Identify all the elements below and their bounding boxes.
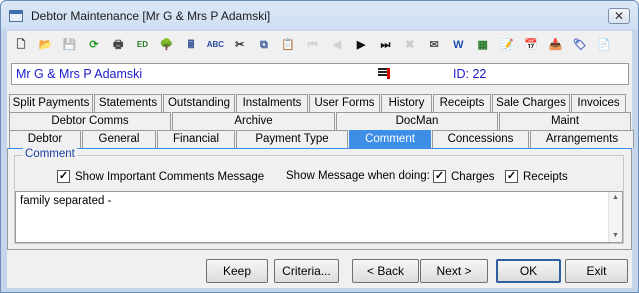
debtor-id: ID: 22 [453, 67, 487, 81]
first-record-icon[interactable]: ⏮ [304, 36, 322, 54]
save-icon[interactable]: 💾 [61, 36, 79, 54]
new-document-icon[interactable]: 🗋 [12, 36, 30, 54]
window-title: Debtor Maintenance [Mr G & Mrs P Adamski… [31, 9, 271, 23]
criteria-button[interactable]: Criteria... [274, 259, 339, 283]
next-record-icon[interactable]: ▶ [352, 36, 370, 54]
ok-button[interactable]: OK [496, 259, 561, 283]
tab-archive[interactable]: Archive [172, 112, 335, 130]
comment-scrollbar[interactable]: ▲ ▼ [608, 192, 622, 242]
comment-textarea[interactable]: family separated - ▲ ▼ [15, 191, 623, 243]
comment-panel: Comment ✓ Show Important Comments Messag… [7, 148, 632, 250]
tab-statements[interactable]: Statements [94, 94, 162, 112]
show-message-when-label: Show Message when doing: [286, 170, 430, 182]
paste-icon[interactable]: 📋 [279, 36, 297, 54]
app-window-icon [9, 10, 23, 22]
next-button[interactable]: Next > [420, 259, 488, 283]
tab-receipts[interactable]: Receipts [433, 94, 491, 112]
spellcheck-icon[interactable]: ABC [206, 36, 224, 54]
comment-group: Comment ✓ Show Important Comments Messag… [14, 148, 624, 244]
cut-icon[interactable]: ✂ [231, 36, 249, 54]
print-icon[interactable]: 🖶 [109, 36, 127, 54]
word-icon[interactable]: W [449, 36, 467, 54]
back-button[interactable]: < Back [352, 259, 419, 283]
refresh-icon[interactable]: ⟳ [85, 36, 103, 54]
scroll-down-icon[interactable]: ▼ [609, 230, 622, 242]
tab-invoices[interactable]: Invoices [571, 94, 626, 112]
charges-checkbox[interactable]: ✓ Charges [433, 170, 494, 183]
last-record-icon[interactable]: ⏭ [376, 36, 394, 54]
tab-docman[interactable]: DocMan [336, 112, 498, 130]
tab-history[interactable]: History [381, 94, 432, 112]
tab-instalments[interactable]: Instalments [236, 94, 308, 112]
calendar-icon[interactable]: 📅 [522, 36, 540, 54]
tab-split-payments[interactable]: Split Payments [9, 94, 93, 112]
previous-record-icon[interactable]: ◀ [328, 36, 346, 54]
tag-icon[interactable]: 🏷 [571, 36, 589, 54]
debtor-name: Mr G & Mrs P Adamski [16, 67, 143, 81]
charges-check-mark[interactable]: ✓ [433, 170, 446, 183]
open-folder-icon[interactable]: 📂 [36, 36, 54, 54]
grid-icon[interactable]: ▦ [474, 36, 492, 54]
notes-icon[interactable]: 📝 [498, 36, 516, 54]
tab-concessions[interactable]: Concessions [432, 130, 529, 148]
edit-icon[interactable]: ED [133, 36, 151, 54]
toolbar: 🗋 📂 💾 ⟳ 🖶 ED 🌳 🖩 ABC ✂ ⧉ 📋 ⏮ ◀ ▶ ⏭ ✖ ✉ W ▦ 📝 📅 📥 🏷 📄 [7, 31, 632, 59]
comment-text: family separated - [20, 195, 112, 207]
important-notes-icon[interactable] [378, 68, 390, 80]
charges-label: Charges [451, 170, 495, 183]
email-icon[interactable]: ✉ [425, 36, 443, 54]
debtor-maintenance-window: Debtor Maintenance [Mr G & Mrs P Adamski… [0, 0, 639, 293]
scroll-up-icon[interactable]: ▲ [609, 192, 622, 204]
add-note-icon[interactable]: 📄 [595, 36, 613, 54]
tree-icon[interactable]: 🌳 [158, 36, 176, 54]
show-important-check-mark[interactable]: ✓ [57, 170, 70, 183]
show-important-comments-checkbox[interactable]: ✓ Show Important Comments Message [57, 170, 264, 183]
receipts-check-mark[interactable]: ✓ [505, 170, 518, 183]
show-important-label: Show Important Comments Message [75, 170, 265, 183]
tab-arrangements[interactable]: Arrangements [530, 130, 634, 148]
tab-maint[interactable]: Maint [499, 112, 631, 130]
tab-general[interactable]: General [82, 130, 156, 148]
keep-button[interactable]: Keep [206, 259, 268, 283]
comment-group-label: Comment [23, 148, 77, 160]
tab-sale-charges[interactable]: Sale Charges [492, 94, 570, 112]
exit-button[interactable]: Exit [565, 259, 628, 283]
copy-icon[interactable]: ⧉ [255, 36, 273, 54]
tab-debtor-comms[interactable]: Debtor Comms [9, 112, 171, 130]
inbox-icon[interactable]: 📥 [547, 36, 565, 54]
tab-outstanding[interactable]: Outstanding [163, 94, 235, 112]
title-bar[interactable]: Debtor Maintenance [Mr G & Mrs P Adamski… [1, 1, 638, 31]
receipts-label: Receipts [523, 170, 568, 183]
tab-financial[interactable]: Financial [157, 130, 235, 148]
debtor-header: Mr G & Mrs P Adamski ID: 22 [11, 63, 629, 85]
close-button[interactable]: ✕ [608, 8, 630, 24]
tab-comment[interactable]: Comment [349, 130, 431, 148]
tab-user-forms[interactable]: User Forms [309, 94, 380, 112]
calculator-icon[interactable]: 🖩 [182, 36, 200, 54]
tab-debtor[interactable]: Debtor [9, 130, 81, 148]
delete-icon[interactable]: ✖ [401, 36, 419, 54]
tab-payment-type[interactable]: Payment Type [236, 130, 348, 148]
receipts-checkbox[interactable]: ✓ Receipts [505, 170, 568, 183]
client-area: 🗋 📂 💾 ⟳ 🖶 ED 🌳 🖩 ABC ✂ ⧉ 📋 ⏮ ◀ ▶ ⏭ ✖ ✉ W ▦ 📝 📅 📥 🏷 📄 Mr G & Mrs … [7, 31, 634, 288]
